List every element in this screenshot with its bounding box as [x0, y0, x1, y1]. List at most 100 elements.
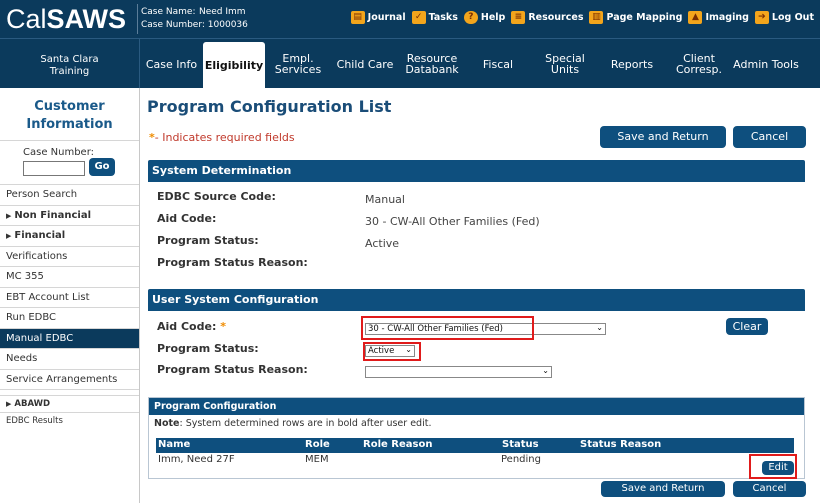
sidebar-item-person-search[interactable]: Person Search: [0, 185, 139, 206]
chevron-down-icon: ⌄: [542, 366, 549, 375]
program-configuration-section: Program Configuration Note: System deter…: [148, 397, 805, 479]
required-star-icon: *: [220, 320, 226, 333]
program-status-value: Active: [365, 237, 400, 250]
sidebar-item-verifications[interactable]: Verifications: [0, 247, 139, 267]
bottom-save-and-return-button[interactable]: Save and Return: [601, 481, 725, 497]
sidebar-item-non-financial[interactable]: ▶ Non Financial: [0, 206, 139, 226]
main-content: Program Configuration List *- Indicates …: [141, 88, 820, 503]
note-text: : System determined rows are in bold aft…: [179, 418, 432, 429]
tab-case-info[interactable]: Case Info: [140, 39, 203, 89]
page-mapping-label: Page Mapping: [606, 12, 683, 23]
help-icon: ?: [463, 11, 478, 24]
program-config-note: Note: System determined rows are in bold…: [154, 418, 431, 429]
tab-label: Eligibility: [204, 59, 264, 72]
case-number-search-label: Case Number:: [23, 147, 95, 158]
sidebar-item-ebt-account-list[interactable]: EBT Account List: [0, 288, 139, 308]
help-link[interactable]: ? Help: [463, 11, 505, 24]
imaging-link[interactable]: ▲ Imaging: [688, 11, 749, 24]
logout-link[interactable]: ➔ Log Out: [754, 11, 814, 24]
column-header-name: Name: [158, 439, 191, 450]
highlight-box-aid-code: [361, 316, 534, 340]
org-name: Santa Clara Training: [0, 39, 140, 89]
sidebar-item-mc355[interactable]: MC 355: [0, 267, 139, 288]
case-number-label: Case Number:: [141, 20, 205, 30]
sidebar-title-line1: Customer: [34, 99, 105, 114]
tab-reports[interactable]: Reports: [599, 39, 665, 89]
column-header-role: Role: [305, 439, 330, 450]
journal-icon: ▤: [350, 11, 365, 24]
edbc-source-value: Manual: [365, 193, 405, 206]
org-name-line2: Training: [49, 66, 90, 77]
logo-cal-text: Cal: [6, 4, 47, 34]
logo-divider: [137, 4, 138, 34]
edbc-source-label: EDBC Source Code:: [157, 190, 276, 203]
program-status-reason-label: Program Status Reason:: [157, 256, 308, 269]
sidebar-item-label: Financial: [14, 230, 66, 241]
tab-client-corresp[interactable]: Client Corresp.: [665, 39, 733, 89]
tab-fiscal[interactable]: Fiscal: [465, 39, 531, 89]
table-row: Imm, Need 27F MEM Pending: [156, 453, 794, 468]
sidebar-item-abawd[interactable]: ▶ ABAWD: [0, 396, 139, 413]
tab-child-care[interactable]: Child Care: [331, 39, 399, 89]
sidebar-item-run-edbc[interactable]: Run EDBC: [0, 308, 139, 329]
chevron-down-icon: ⌄: [596, 323, 603, 332]
sidebar-item-service-arrangements[interactable]: Service Arrangements: [0, 370, 139, 390]
sidebar-title-line2: Information: [26, 117, 113, 132]
expand-triangle-icon: ▶: [6, 400, 12, 408]
bottom-cancel-button[interactable]: Cancel: [733, 481, 806, 497]
tab-label-line2: Services: [274, 63, 322, 76]
case-number-search: Case Number: Go: [0, 141, 139, 185]
program-status-reason-select[interactable]: ⌄: [365, 366, 552, 378]
save-and-return-button[interactable]: Save and Return: [600, 126, 726, 148]
sidebar-item-edbc-results[interactable]: EDBC Results: [0, 413, 139, 430]
clear-button[interactable]: Clear: [726, 318, 768, 335]
row-status: Pending: [501, 454, 541, 465]
aid-code-value: 30 - CW-All Other Families (Fed): [365, 215, 540, 228]
case-name-label: Case Name:: [141, 7, 196, 17]
required-note-text: - Indicates required fields: [154, 131, 295, 144]
logout-label: Log Out: [771, 12, 814, 23]
tab-label: Fiscal: [482, 57, 514, 71]
case-name-value: Need Imm: [199, 7, 246, 17]
sidebar-item-financial[interactable]: ▶ Financial: [0, 226, 139, 247]
tab-label-line2: Databank: [405, 63, 459, 76]
page-mapping-icon: ▥: [589, 11, 604, 24]
tab-empl-services[interactable]: Empl. Services: [265, 39, 331, 89]
cancel-button[interactable]: Cancel: [733, 126, 806, 148]
journal-link[interactable]: ▤ Journal: [350, 11, 406, 24]
go-button[interactable]: Go: [89, 158, 115, 176]
resources-icon: ≡: [511, 11, 526, 24]
main-navigation: Santa Clara Training Case Info Eligibili…: [0, 38, 820, 89]
column-header-status: Status: [502, 439, 539, 450]
nav-tabs: Case Info Eligibility Empl. Services Chil…: [140, 39, 799, 89]
resources-link[interactable]: ≡ Resources: [511, 11, 583, 24]
sidebar-item-label: ABAWD: [14, 399, 51, 409]
section-heading: User System Configuration: [148, 289, 805, 311]
note-label: Note: [154, 418, 180, 429]
expand-triangle-icon: ▶: [6, 232, 12, 240]
section-heading: Program Configuration: [149, 398, 804, 415]
sidebar-title: Customer Information: [0, 88, 139, 141]
imaging-label: Imaging: [705, 12, 749, 23]
tab-special-units[interactable]: Special Units: [531, 39, 599, 89]
tasks-label: Tasks: [428, 12, 458, 23]
top-bar: CalSAWS Case Name: Need Imm Case Number: …: [0, 0, 820, 38]
tab-label: Child Care: [336, 57, 394, 71]
required-fields-note: *- Indicates required fields: [149, 131, 295, 144]
tasks-link[interactable]: ✓ Tasks: [411, 11, 458, 24]
tab-eligibility[interactable]: Eligibility: [203, 42, 265, 89]
tab-admin-tools[interactable]: Admin Tools: [733, 39, 799, 89]
page-mapping-link[interactable]: ▥ Page Mapping: [589, 11, 682, 24]
sidebar-item-needs[interactable]: Needs: [0, 349, 139, 370]
user-system-configuration-section: User System Configuration Aid Code: * 30…: [148, 289, 805, 379]
section-heading: System Determination: [148, 160, 805, 182]
case-info-header: Case Name: Need Imm Case Number: 1000036: [141, 6, 248, 32]
row-role: MEM: [305, 454, 329, 465]
tab-resource-databank[interactable]: Resource Databank: [399, 39, 465, 89]
sidebar-item-manual-edbc[interactable]: Manual EDBC: [0, 328, 139, 349]
calsaws-logo[interactable]: CalSAWS: [6, 4, 126, 35]
header-links: ▤ Journal ✓ Tasks ? Help ≡ Resources ▥ Page M…: [350, 11, 814, 24]
case-number-input[interactable]: [23, 161, 85, 176]
highlight-box-edit: [749, 454, 797, 479]
tab-label-line2: Units: [550, 63, 580, 76]
